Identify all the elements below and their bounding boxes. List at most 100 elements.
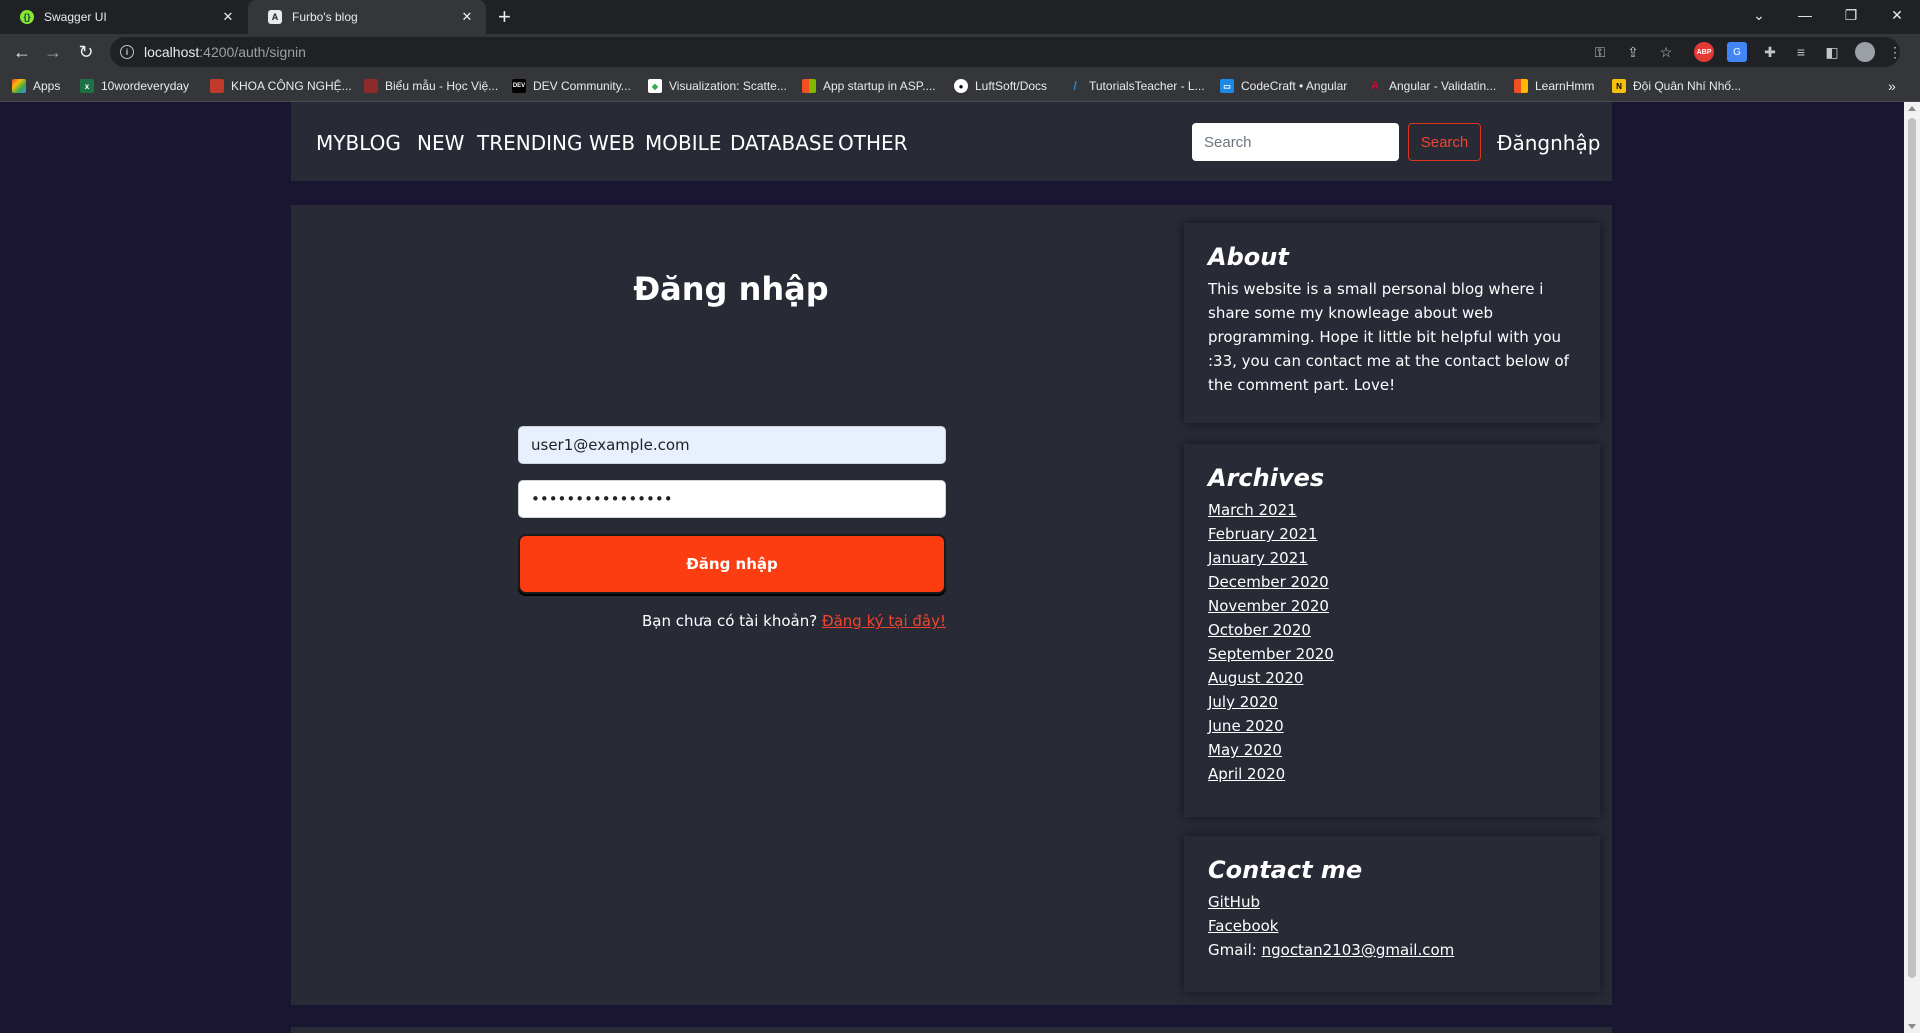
github-link[interactable]: GitHub xyxy=(1208,893,1260,911)
login-link[interactable]: Đăngnhập xyxy=(1497,131,1600,155)
gmail-link[interactable]: ngoctan2103@gmail.com xyxy=(1262,941,1455,959)
tab-furbos-blog[interactable]: A Furbo's blog ✕ xyxy=(248,0,486,34)
bookmark-item[interactable]: ▭ CodeCraft • Angular xyxy=(1220,76,1347,96)
signup-link[interactable]: Đăng ký tại đây! xyxy=(822,612,946,630)
archive-link[interactable]: May 2020 xyxy=(1208,741,1282,759)
scrollbar-thumb[interactable] xyxy=(1908,118,1916,978)
url-path: :4200/auth/signin xyxy=(199,44,306,60)
bookmark-item[interactable]: N Đội Quân Nhí Nhố... xyxy=(1612,76,1741,96)
nav-item-new[interactable]: NEW xyxy=(417,131,464,155)
bookmark-item[interactable]: ● LuftSoft/Docs xyxy=(954,76,1047,96)
bookmark-item[interactable]: Biểu mẫu - Học Việ... xyxy=(364,76,498,96)
archive-link[interactable]: October 2020 xyxy=(1208,621,1311,639)
scroll-up-icon[interactable] xyxy=(1908,106,1916,111)
key-icon[interactable]: ⚿ xyxy=(1590,42,1610,62)
bookmark-item[interactable]: ◆ Visualization: Scatte... xyxy=(648,76,787,96)
about-title: About xyxy=(1208,243,1289,271)
nav-item-database[interactable]: DATABASE xyxy=(730,131,834,155)
tab-swagger-ui[interactable]: {} Swagger UI ✕ xyxy=(0,0,247,34)
signin-submit-button[interactable]: Đăng nhập xyxy=(518,534,946,594)
gmail-label: Gmail: xyxy=(1208,941,1257,959)
scroll-down-icon[interactable] xyxy=(1908,1024,1916,1029)
bookmark-star-icon[interactable]: ☆ xyxy=(1656,42,1676,62)
archive-link[interactable]: June 2020 xyxy=(1208,717,1284,735)
bookmark-item[interactable]: DEV DEV Community... xyxy=(512,76,631,96)
profile-avatar[interactable] xyxy=(1855,42,1875,62)
bookmarks-bar: Apps x 10wordeveryday KHOA CÔNG NGHỆ... B… xyxy=(0,70,1920,102)
search-input[interactable] xyxy=(1192,123,1399,161)
archive-link[interactable]: February 2021 xyxy=(1208,525,1317,543)
nav-item-web[interactable]: WEB xyxy=(589,131,635,155)
search-button[interactable]: Search xyxy=(1408,123,1481,161)
contact-card: Contact me GitHub Facebook Gmail: ngocta… xyxy=(1184,836,1600,992)
nav-item-trending[interactable]: TRENDING xyxy=(477,131,582,155)
bookmark-item[interactable]: LearnHmm xyxy=(1514,76,1594,96)
school-icon xyxy=(210,79,224,93)
tab-title: Furbo's blog xyxy=(292,10,358,24)
new-tab-icon[interactable]: + xyxy=(498,4,511,30)
extensions-puzzle-icon[interactable]: ✚ xyxy=(1760,42,1780,62)
reload-icon[interactable]: ↻ xyxy=(74,40,98,64)
swagger-favicon-icon: {} xyxy=(20,10,34,24)
adblock-icon[interactable]: ABP xyxy=(1694,42,1714,62)
microsoft-icon xyxy=(1514,79,1528,93)
bookmark-item[interactable]: KHOA CÔNG NGHỆ... xyxy=(210,76,352,96)
close-tab-icon[interactable]: ✕ xyxy=(458,9,476,25)
codecraft-icon: ▭ xyxy=(1220,79,1234,93)
page-scrollbar[interactable] xyxy=(1904,102,1920,1033)
close-tab-icon[interactable]: ✕ xyxy=(219,9,237,25)
archives-card: Archives March 2021 February 2021 Januar… xyxy=(1184,444,1600,817)
site-navbar: MYBLOG NEW TRENDING WEB MOBILE DATABASE … xyxy=(291,102,1612,181)
page-viewport: MYBLOG NEW TRENDING WEB MOBILE DATABASE … xyxy=(0,102,1904,1033)
archive-link[interactable]: March 2021 xyxy=(1208,501,1297,519)
nav-item-mobile[interactable]: MOBILE xyxy=(645,131,721,155)
bookmark-apps[interactable]: Apps xyxy=(12,76,60,96)
archive-link[interactable]: December 2020 xyxy=(1208,573,1329,591)
angular-favicon-icon: A xyxy=(268,10,282,24)
github-icon: ● xyxy=(954,79,968,93)
archive-link[interactable]: July 2020 xyxy=(1208,693,1278,711)
side-panel-icon[interactable]: ◧ xyxy=(1822,42,1842,62)
angular-icon: A xyxy=(1371,80,1379,92)
close-window-icon[interactable]: ✕ xyxy=(1874,0,1920,30)
site-info-icon[interactable]: i xyxy=(120,45,134,59)
n-logo-icon: N xyxy=(1612,79,1626,93)
facebook-link[interactable]: Facebook xyxy=(1208,917,1278,935)
archive-link[interactable]: August 2020 xyxy=(1208,669,1303,687)
contact-title: Contact me xyxy=(1208,856,1363,884)
archive-link[interactable]: April 2020 xyxy=(1208,765,1285,783)
tab-search-chevron-icon[interactable]: ⌄ xyxy=(1736,0,1782,30)
about-card: About This website is a small personal b… xyxy=(1184,223,1600,423)
forward-arrow-icon[interactable]: → xyxy=(41,40,65,64)
reading-list-icon[interactable]: ≡ xyxy=(1791,42,1811,62)
bookmark-item[interactable]: / TutorialsTeacher - L... xyxy=(1068,76,1204,96)
browser-tabstrip: {} Swagger UI ✕ A Furbo's blog ✕ + ⌄ — ❐… xyxy=(0,0,1920,34)
signup-prompt-line: Bạn chưa có tài khoản? Đăng ký tại đây! xyxy=(518,612,946,630)
password-field[interactable] xyxy=(518,480,946,518)
minimize-icon[interactable]: — xyxy=(1782,0,1828,30)
about-text: This website is a small personal blog wh… xyxy=(1208,280,1569,394)
tutorialsteacher-icon: / xyxy=(1073,79,1077,93)
bookmark-item[interactable]: App startup in ASP.... xyxy=(802,76,936,96)
signin-title: Đăng nhập xyxy=(633,270,829,308)
apps-grid-icon xyxy=(12,79,26,93)
contact-list: GitHub Facebook Gmail: ngoctan2103@gmail… xyxy=(1208,890,1576,962)
restore-icon[interactable]: ❐ xyxy=(1828,0,1874,30)
signup-prompt-text: Bạn chưa có tài khoản? xyxy=(641,612,818,630)
bookmark-item[interactable]: x 10wordeveryday xyxy=(80,76,189,96)
share-icon[interactable]: ⇪ xyxy=(1623,42,1643,62)
menu-kebab-icon[interactable]: ⋮ xyxy=(1885,42,1905,62)
more-bookmarks-icon[interactable]: » xyxy=(1888,76,1896,96)
archive-link[interactable]: January 2021 xyxy=(1208,549,1308,567)
footer-strip xyxy=(291,1027,1612,1033)
email-field[interactable] xyxy=(518,426,946,464)
translate-icon[interactable]: G xyxy=(1727,42,1747,62)
brand-logo[interactable]: MYBLOG xyxy=(316,131,401,155)
nav-item-other[interactable]: OTHER xyxy=(838,131,908,155)
back-arrow-icon[interactable]: ← xyxy=(10,40,34,64)
browser-toolbar: ← → ↻ i localhost:4200/auth/signin ⚿ ⇪ ☆… xyxy=(0,34,1920,70)
archive-link[interactable]: September 2020 xyxy=(1208,645,1334,663)
archive-link[interactable]: November 2020 xyxy=(1208,597,1329,615)
bookmark-item[interactable]: A Angular - Validatin... xyxy=(1368,76,1496,96)
archives-list: March 2021 February 2021 January 2021 De… xyxy=(1208,498,1576,786)
